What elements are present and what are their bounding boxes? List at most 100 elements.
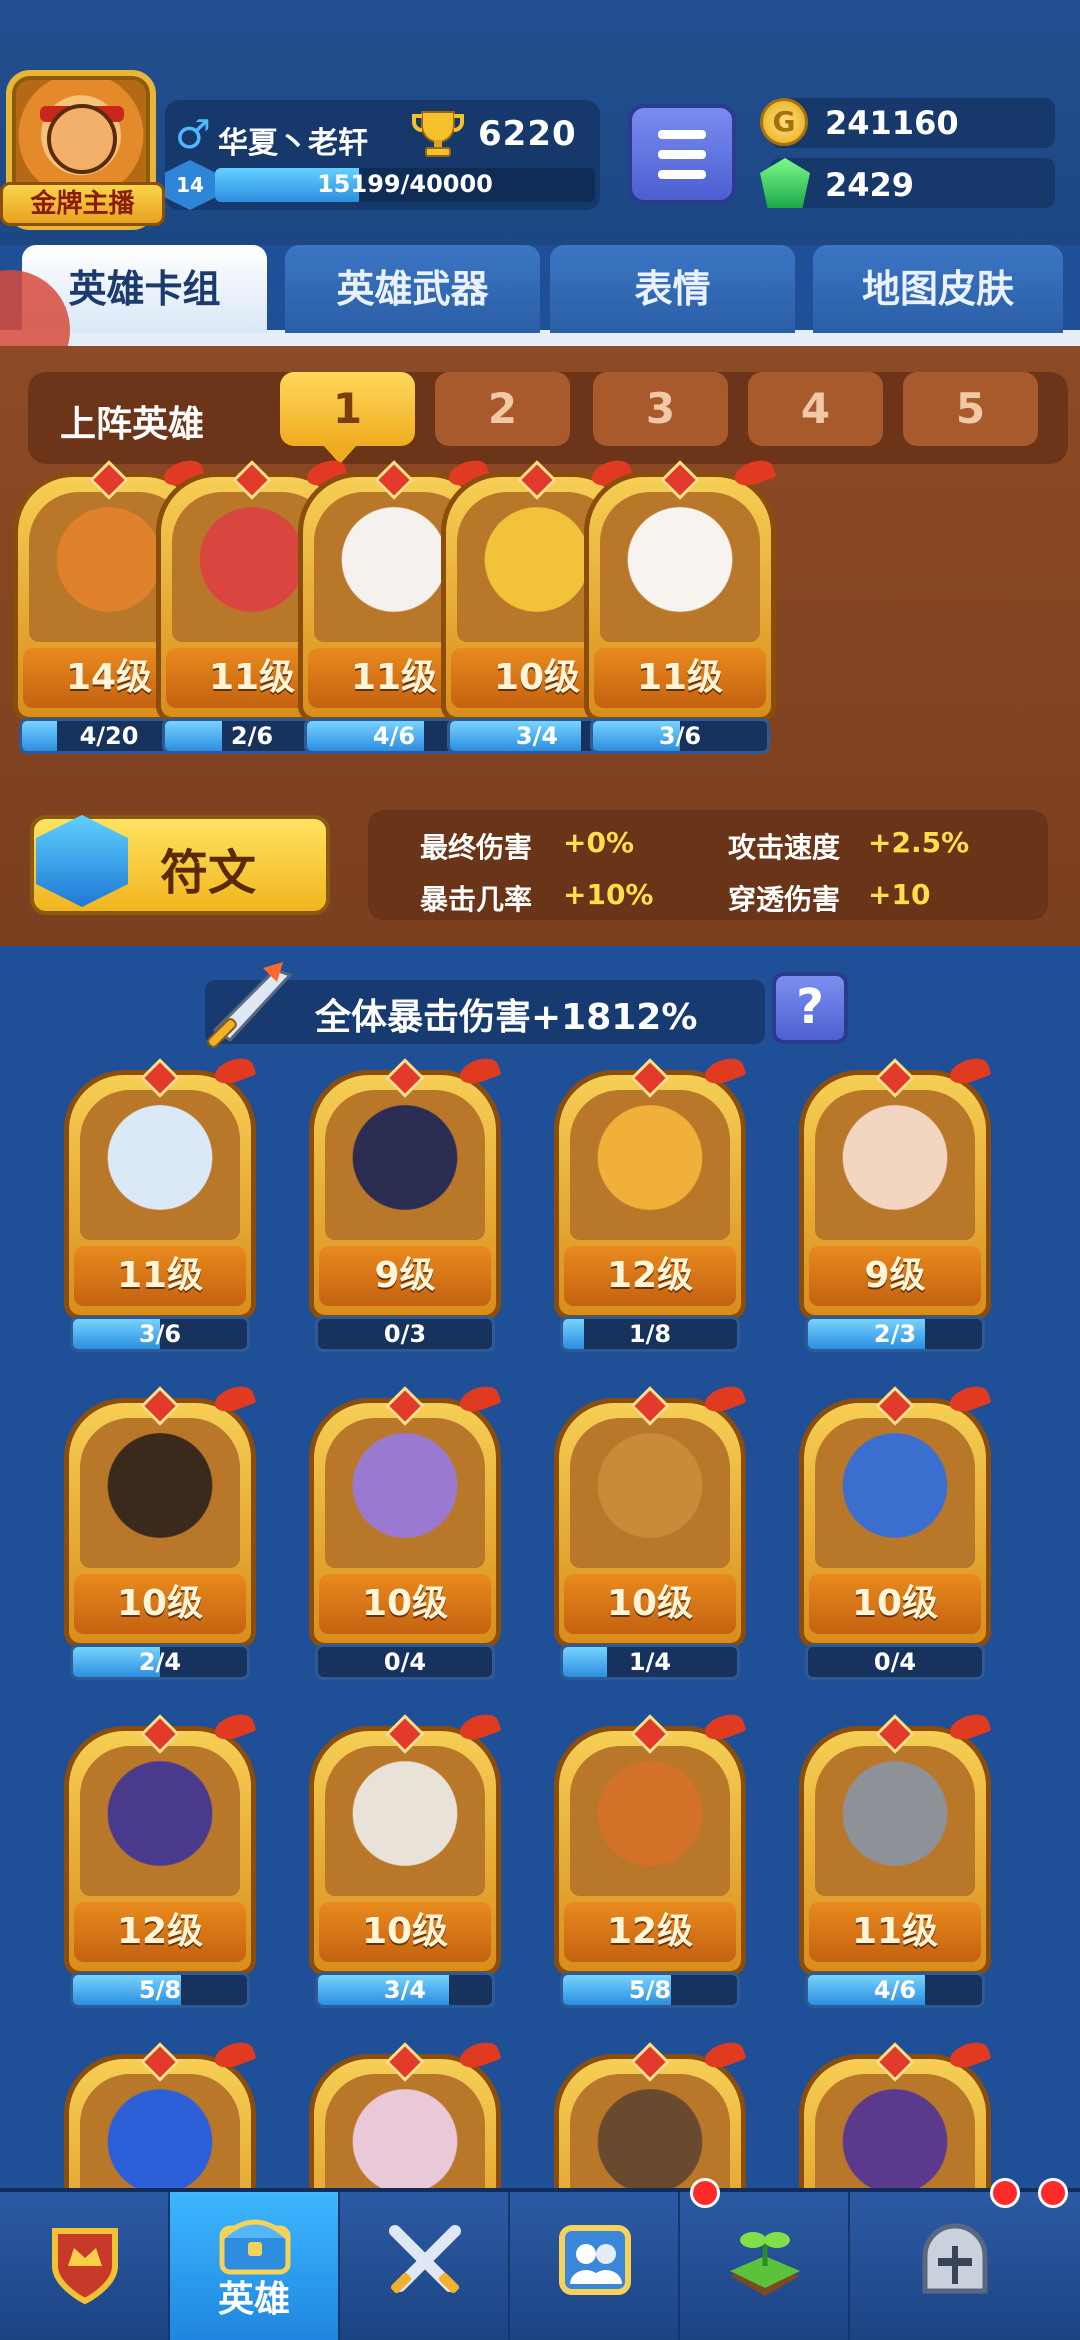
deck-slot-4[interactable]: 4: [748, 372, 883, 446]
nav-profile[interactable]: [850, 2192, 1080, 2340]
collection-hero-card[interactable]: 11级 4/6: [799, 1709, 992, 2008]
deck-slot-2[interactable]: 2: [435, 372, 570, 446]
deck-slot-1[interactable]: 1: [280, 372, 415, 446]
nav-heroes-label: 英雄: [217, 2279, 290, 2320]
gold-coin-icon: G: [760, 98, 808, 146]
collection-hero-card[interactable]: 11级 3/6: [64, 1053, 257, 1352]
hero-upgrade-progress: 4/6: [805, 1972, 985, 2008]
hero-level: 9级: [319, 1246, 491, 1306]
collection-hero-card[interactable]: 10级 1/4: [554, 1381, 747, 1680]
collection-hero-card[interactable]: 10级 2/4: [64, 1381, 257, 1680]
collection-hero-card[interactable]: 12级 1/8: [554, 1053, 747, 1352]
hero-level: 12级: [564, 1246, 736, 1306]
collection-hero-card[interactable]: 10级 0/4: [309, 1381, 502, 1680]
xp-progress-text: 15199/40000: [317, 170, 493, 198]
nav-garden[interactable]: [680, 2192, 850, 2340]
tab-hero-weapons[interactable]: 英雄武器: [285, 245, 540, 333]
hero-portrait: [570, 1746, 730, 1896]
menu-icon-bar: [658, 170, 706, 179]
nav-heroes[interactable]: 英雄: [170, 2192, 340, 2340]
collection-hero-card[interactable]: 12级 5/8: [554, 1709, 747, 2008]
stat-final-damage-value: +0%: [563, 826, 634, 859]
hero-portrait: [570, 1090, 730, 1240]
hero-upgrade-progress: 3/4: [315, 1972, 495, 2008]
hero-level: 10级: [74, 1574, 246, 1634]
hero-upgrade-progress-text: 5/8: [628, 1976, 672, 2004]
deck-label: 上阵英雄: [60, 404, 205, 445]
stat-pierce-damage-label: 穿透伤害: [728, 883, 841, 916]
hero-portrait: [570, 1418, 730, 1568]
hero-portrait: [815, 1418, 975, 1568]
hero-upgrade-progress: 0/4: [315, 1644, 495, 1680]
stat-attack-speed-value: +2.5%: [868, 826, 970, 859]
stat-final-damage-label: 最终伤害: [420, 831, 533, 864]
hero-upgrade-progress: 1/8: [560, 1316, 740, 1352]
player-name: 华夏丶老轩: [218, 126, 368, 161]
hero-portrait: [325, 1090, 485, 1240]
hero-upgrade-progress: 0/4: [805, 1644, 985, 1680]
hero-upgrade-progress-text: 5/8: [138, 1976, 182, 2004]
hero-level: 10级: [564, 1574, 736, 1634]
hero-upgrade-progress: 5/8: [70, 1972, 250, 2008]
knight-helmet-icon: [922, 2223, 988, 2294]
tab-emotes[interactable]: 表情: [550, 245, 795, 333]
coin-balance: 241160: [825, 104, 959, 142]
trophy-count: 6220: [478, 114, 577, 154]
crown-shield-icon: [52, 2228, 118, 2305]
hero-upgrade-progress-text: 3/4: [383, 1976, 427, 2004]
hero-upgrade-progress: 2/4: [70, 1644, 250, 1680]
hero-upgrade-progress-text: 0/4: [873, 1648, 917, 1676]
hero-level: 11级: [594, 648, 766, 708]
nav-battle[interactable]: [340, 2192, 510, 2340]
nav-social[interactable]: [510, 2192, 680, 2340]
help-button[interactable]: ?: [772, 972, 848, 1044]
hero-level: 11级: [74, 1246, 246, 1306]
hero-upgrade-progress: 1/4: [560, 1644, 740, 1680]
streamer-title-badge: 金牌主播: [0, 182, 165, 226]
hero-portrait: [600, 492, 760, 642]
sprout-icon: [730, 2232, 800, 2296]
collection-hero-card[interactable]: 10级 3/4: [309, 1709, 502, 2008]
hero-level: 12级: [564, 1902, 736, 1962]
collection-hero-card[interactable]: 12级 5/8: [64, 1709, 257, 2008]
gem-balance: 2429: [825, 166, 915, 204]
hero-upgrade-progress: 5/8: [560, 1972, 740, 2008]
tab-map-skins[interactable]: 地图皮肤: [813, 245, 1063, 333]
collection-hero-card[interactable]: 9级 0/3: [309, 1053, 502, 1352]
hero-portrait: [815, 1090, 975, 1240]
stat-pierce-damage-value: +10: [868, 878, 931, 911]
collection-hero-card[interactable]: 9级 2/3: [799, 1053, 992, 1352]
hero-upgrade-progress-text: 0/3: [383, 1320, 427, 1348]
hero-level: 10级: [319, 1574, 491, 1634]
notification-dot: [990, 2178, 1020, 2208]
hero-level: 12级: [74, 1902, 246, 1962]
hero-upgrade-progress-text: 1/4: [628, 1648, 672, 1676]
notification-dot: [1038, 2178, 1068, 2208]
deck-slot-5[interactable]: 5: [903, 372, 1038, 446]
hero-upgrade-progress-text: 3/6: [138, 1320, 182, 1348]
hero-level: 9级: [809, 1246, 981, 1306]
hero-upgrade-progress-text: 2/4: [138, 1648, 182, 1676]
hero-upgrade-progress: 2/3: [805, 1316, 985, 1352]
avatar-face: [47, 104, 117, 174]
menu-button[interactable]: [628, 104, 736, 204]
collection-hero-card[interactable]: 10级 0/4: [799, 1381, 992, 1680]
stat-crit-chance-value: +10%: [563, 878, 654, 911]
hero-upgrade-progress: 3/6: [70, 1316, 250, 1352]
hero-portrait: [815, 1746, 975, 1896]
stat-crit-chance-label: 暴击几率: [420, 883, 533, 916]
nav-battle-pass[interactable]: [0, 2192, 170, 2340]
rune-button-label: 符文: [160, 845, 257, 901]
deck-hero-card[interactable]: 11级 3/6: [584, 455, 777, 754]
stat-attack-speed-label: 攻击速度: [728, 831, 841, 864]
hero-upgrade-progress-text: 2/3: [873, 1320, 917, 1348]
deck-slot-3[interactable]: 3: [593, 372, 728, 446]
menu-icon-bar: [658, 150, 706, 159]
hero-level: 10级: [319, 1902, 491, 1962]
hero-level: 11级: [809, 1902, 981, 1962]
crossed-swords-icon: [389, 2225, 461, 2294]
trophy-icon: [412, 111, 464, 157]
hero-upgrade-progress-text: 4/6: [873, 1976, 917, 2004]
hero-upgrade-progress-text: 0/4: [383, 1648, 427, 1676]
hero-portrait: [80, 1746, 240, 1896]
